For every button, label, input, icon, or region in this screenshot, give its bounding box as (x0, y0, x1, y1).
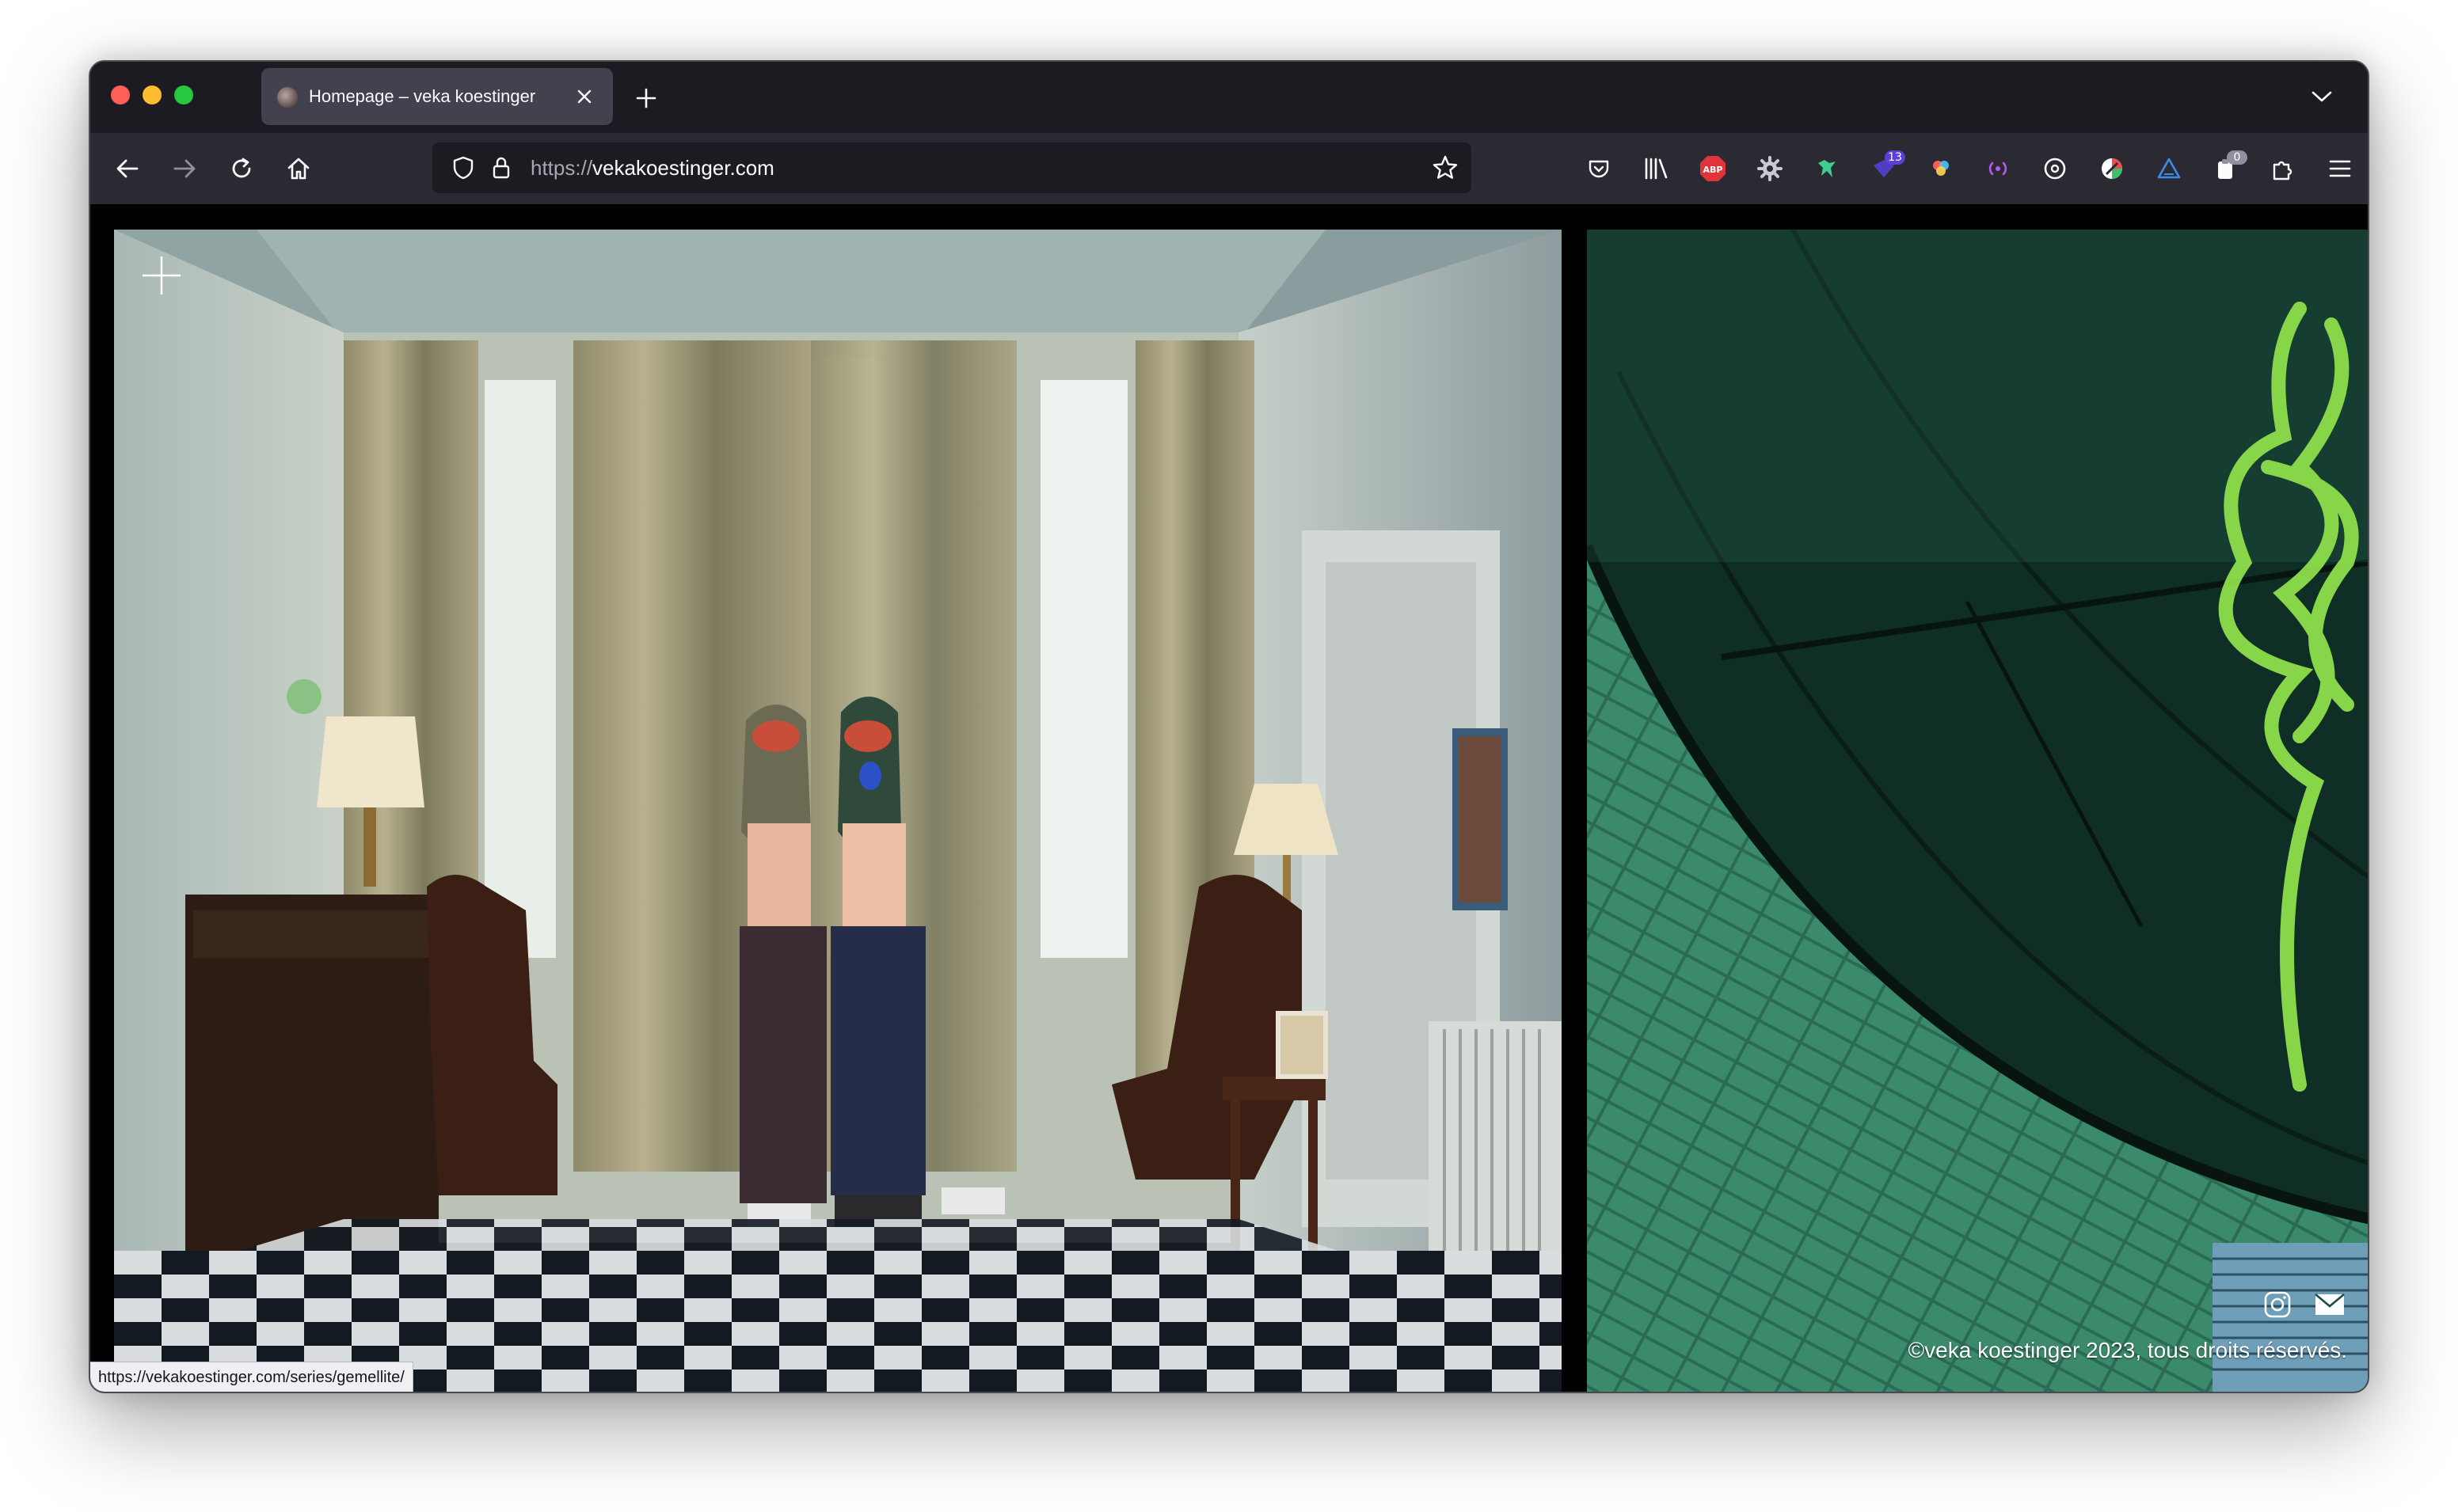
cube-extension-icon[interactable]: 13 (1864, 149, 1905, 188)
gear-extension-icon[interactable] (1750, 149, 1790, 188)
close-window-button[interactable] (111, 85, 130, 104)
bird-extension-icon[interactable] (1807, 149, 1847, 188)
hamburger-menu-icon[interactable] (2320, 149, 2360, 188)
library-icon[interactable] (1636, 149, 1676, 188)
lock-icon[interactable] (481, 148, 521, 188)
home-icon[interactable] (279, 149, 318, 188)
tracking-protection-shield-icon[interactable] (443, 148, 483, 188)
tab-close-icon[interactable] (570, 82, 599, 111)
navigation-toolbar: https://vekakoestinger.com ABP 13 0 (90, 133, 2368, 204)
zoom-window-button[interactable] (174, 85, 193, 104)
adblock-plus-icon[interactable]: ABP (1693, 149, 1733, 188)
photo-gemellite[interactable] (114, 230, 1562, 1392)
new-tab-button[interactable] (629, 81, 664, 116)
ceiling-illustration (1587, 230, 2368, 1392)
social-links (2260, 1287, 2347, 1322)
extensions-puzzle-icon[interactable] (2263, 149, 2303, 188)
url-field[interactable]: https://vekakoestinger.com (531, 142, 774, 193)
browser-window: Homepage – veka koestinger https://vekak… (89, 60, 2369, 1393)
clipboard-extension-icon[interactable]: 0 (2206, 149, 2247, 188)
status-bar-link: https://vekakoestinger.com/series/gemell… (90, 1362, 413, 1392)
extension-badge-0: 0 (2227, 150, 2247, 165)
mail-icon[interactable] (2312, 1287, 2347, 1322)
forward-arrow-icon[interactable] (165, 149, 204, 188)
reload-icon[interactable] (222, 149, 261, 188)
copyright-text: ©veka koestinger 2023, tous droits réser… (1908, 1338, 2347, 1362)
list-all-tabs-chevron-down-icon[interactable] (2304, 79, 2339, 114)
url-bar[interactable]: https://vekakoestinger.com (432, 142, 1471, 193)
bookmark-star-icon[interactable] (1425, 148, 1465, 188)
timer-extension-icon[interactable] (2035, 149, 2075, 188)
instagram-icon[interactable] (2260, 1287, 2295, 1322)
url-host: vekakoestinger.com (592, 156, 774, 180)
tab-title: Homepage – veka koestinger (309, 86, 536, 106)
tab-bar: Homepage – veka koestinger (90, 62, 2368, 133)
menu-plus-icon[interactable] (139, 253, 184, 298)
page-content: ©veka koestinger 2023, tous droits réser… (90, 204, 2368, 1392)
room-illustration (114, 230, 1562, 1392)
pocket-icon[interactable] (1579, 149, 1619, 188)
url-scheme: https:// (531, 156, 593, 180)
back-arrow-icon[interactable] (108, 149, 147, 188)
color-dots-extension-icon[interactable] (1921, 149, 1961, 188)
extension-badge-13: 13 (1885, 150, 1905, 165)
photo-green-ceiling[interactable]: ©veka koestinger 2023, tous droits réser… (1587, 230, 2368, 1392)
triangle-extension-icon[interactable] (2149, 149, 2189, 188)
tab-homepage[interactable]: Homepage – veka koestinger (261, 68, 613, 125)
color-picker-extension-icon[interactable] (2092, 149, 2132, 188)
broadcast-extension-icon[interactable] (1978, 149, 2018, 188)
minimize-window-button[interactable] (143, 85, 162, 104)
favicon-icon (277, 87, 298, 108)
abp-label: ABP (1703, 165, 1723, 175)
